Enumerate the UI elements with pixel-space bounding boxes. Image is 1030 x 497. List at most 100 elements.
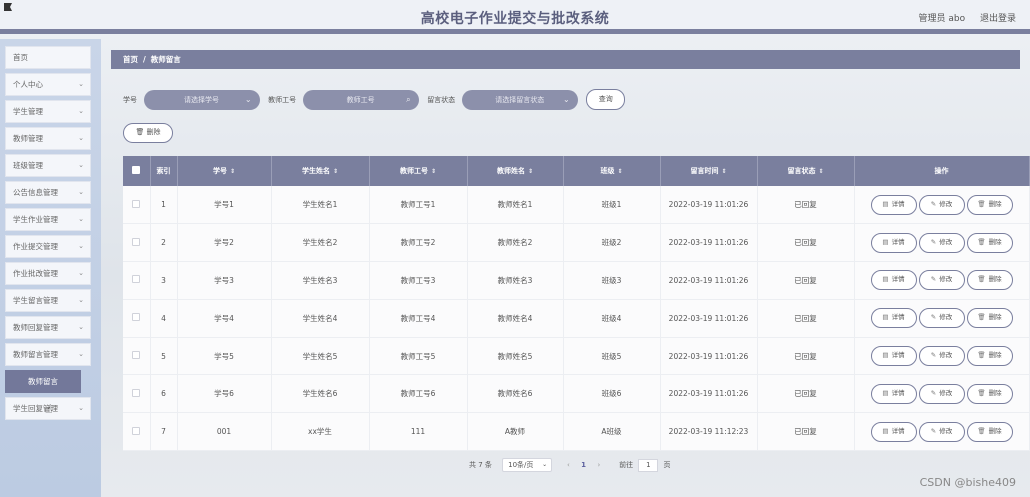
detail-label: 详情 (891, 237, 905, 246)
col-header[interactable]: 班级 ⇕ (563, 156, 661, 186)
delete-button[interactable]: 🗑 删除 (966, 346, 1013, 367)
edit-button[interactable]: ✎ 修改 (918, 346, 965, 367)
bulk-delete-button[interactable]: 🗑 删除 (123, 123, 173, 143)
row-actions: ▤ 详情 ✎ 修改 🗑 删除 (854, 412, 1030, 452)
sort-icon[interactable]: ⇕ (230, 168, 235, 175)
col-header[interactable]: 教师姓名 ⇕ (467, 156, 564, 186)
edit-button[interactable]: ✎ 修改 (918, 270, 965, 291)
edit-label: 修改 (939, 275, 953, 284)
row-select-cell[interactable] (123, 186, 151, 225)
sort-icon[interactable]: ⇕ (617, 168, 622, 175)
student-no-select[interactable]: 请选择学号 ⌄ (143, 89, 260, 110)
row-actions: ▤ 详情 ✎ 修改 🗑 删除 (854, 261, 1030, 300)
col-header[interactable]: 教师工号 ⇕ (369, 156, 468, 186)
col-header[interactable]: 留言状态 ⇕ (757, 156, 855, 186)
delete-button[interactable]: 🗑 删除 (966, 308, 1013, 329)
sidebar-item[interactable]: 作业批改管理 ⌄ (5, 262, 91, 285)
detail-button[interactable]: ▤ 详情 (870, 232, 917, 253)
delete-button[interactable]: 🗑 删除 (966, 383, 1013, 404)
sort-icon[interactable]: ⇕ (721, 168, 726, 175)
edit-button[interactable]: ✎ 修改 (918, 194, 965, 215)
row-select-cell[interactable] (123, 261, 151, 300)
col-header[interactable]: 留言时间 ⇕ (660, 156, 758, 186)
sort-icon[interactable]: ⇕ (431, 168, 436, 175)
page-size-select[interactable]: 10条/页 ⌄ (502, 458, 553, 472)
table-cell: 学号2 (177, 223, 272, 263)
sidebar-item[interactable]: 个人中心 ⌄ (5, 73, 91, 96)
detail-button[interactable]: ▤ 详情 (870, 346, 917, 367)
next-page-button[interactable]: › (593, 461, 605, 469)
document-icon: ▤ (882, 313, 889, 322)
col-header-label: 操作 (934, 167, 949, 175)
sidebar-item[interactable]: 学生作业管理 ⌄ (5, 208, 91, 231)
query-button[interactable]: 查询 (586, 89, 626, 110)
row-select-cell[interactable] (123, 374, 151, 414)
sidebar-subitem-teacher-messages[interactable]: 教师留言 (5, 370, 81, 393)
edit-button[interactable]: ✎ 修改 (918, 421, 965, 442)
delete-button[interactable]: 🗑 删除 (966, 232, 1013, 253)
prev-page-button[interactable]: ‹ (562, 461, 574, 469)
col-header[interactable]: 学生姓名 ⇕ (271, 156, 370, 186)
edit-button[interactable]: ✎ 修改 (918, 383, 965, 404)
row-checkbox[interactable] (132, 313, 141, 322)
sidebar-item[interactable]: 公告信息管理 ⌄ (5, 181, 91, 204)
detail-button[interactable]: ▤ 详情 (870, 270, 917, 291)
sidebar-item-label: 学生管理 (13, 107, 43, 116)
col-header[interactable]: 学号 ⇕ (177, 156, 272, 186)
sort-icon[interactable]: ⇕ (818, 168, 823, 175)
sort-icon[interactable]: ⇕ (528, 168, 533, 175)
chevron-down-icon: ⌄ (78, 350, 84, 358)
sidebar-item-label: 学生作业管理 (13, 215, 58, 224)
sidebar-item[interactable]: 班级管理 ⌄ (5, 154, 91, 177)
goto-page-input[interactable]: 1 (638, 458, 659, 472)
page-number[interactable]: 1 (577, 461, 591, 469)
sidebar-item[interactable]: 教师回复管理 ⌄ (5, 316, 91, 339)
status-select[interactable]: 请选择留言状态 ⌄ (461, 89, 578, 110)
teacher-no-input[interactable]: 教师工号 ⌕ (302, 89, 419, 110)
sidebar-item[interactable]: 教师留言管理 ⌄ (5, 343, 91, 366)
chevron-down-icon: ⌄ (78, 215, 84, 223)
row-checkbox[interactable] (132, 426, 141, 435)
chevron-down-icon: ⌄ (78, 134, 84, 142)
edit-label: 修改 (939, 199, 953, 208)
select-all-checkbox[interactable] (132, 166, 141, 174)
chevron-down-icon: ⌄ (78, 242, 84, 250)
table-cell: 教师姓名6 (467, 374, 564, 414)
edit-button[interactable]: ✎ 修改 (918, 308, 965, 329)
row-actions: ▤ 详情 ✎ 修改 🗑 删除 (854, 374, 1030, 414)
delete-label: 删除 (988, 426, 1002, 435)
delete-button[interactable]: 🗑 删除 (966, 421, 1013, 442)
table-cell: 学生姓名3 (271, 261, 370, 300)
row-checkbox[interactable] (132, 237, 141, 246)
delete-label: 删除 (988, 199, 1002, 208)
sidebar-item[interactable]: 学生管理 ⌄ (5, 100, 91, 123)
sidebar-item[interactable]: 学生留言管理 ⌄ (5, 289, 91, 312)
row-select-cell[interactable] (123, 299, 151, 338)
select-all-header[interactable] (123, 156, 151, 186)
detail-button[interactable]: ▤ 详情 (870, 308, 917, 329)
delete-button[interactable]: 🗑 删除 (966, 270, 1013, 291)
logout-link[interactable]: 退出登录 (980, 14, 1016, 24)
row-select-cell[interactable] (123, 412, 151, 452)
pencil-icon: ✎ (930, 275, 937, 284)
detail-button[interactable]: ▤ 详情 (870, 383, 917, 404)
row-checkbox[interactable] (132, 388, 141, 397)
detail-button[interactable]: ▤ 详情 (870, 421, 917, 442)
detail-button[interactable]: ▤ 详情 (870, 194, 917, 215)
table-cell: A教师 (467, 412, 564, 452)
sidebar-item[interactable]: 首页 (5, 46, 91, 69)
sort-icon[interactable]: ⇕ (333, 168, 338, 175)
detail-label: 详情 (891, 313, 905, 322)
row-checkbox[interactable] (132, 199, 141, 208)
row-checkbox[interactable] (132, 351, 141, 360)
row-select-cell[interactable] (123, 337, 151, 376)
edit-button[interactable]: ✎ 修改 (918, 232, 965, 253)
sidebar-item[interactable]: 作业提交管理 ⌄ (5, 235, 91, 258)
breadcrumb-home[interactable]: 首页 (123, 55, 138, 64)
sidebar-item[interactable]: 教师管理 ⌄ (5, 127, 91, 150)
row-checkbox[interactable] (132, 275, 141, 284)
delete-button[interactable]: 🗑 删除 (966, 194, 1013, 215)
row-select-cell[interactable] (123, 223, 151, 263)
delete-label: 删除 (988, 388, 1002, 397)
table-cell: 001 (177, 412, 272, 452)
